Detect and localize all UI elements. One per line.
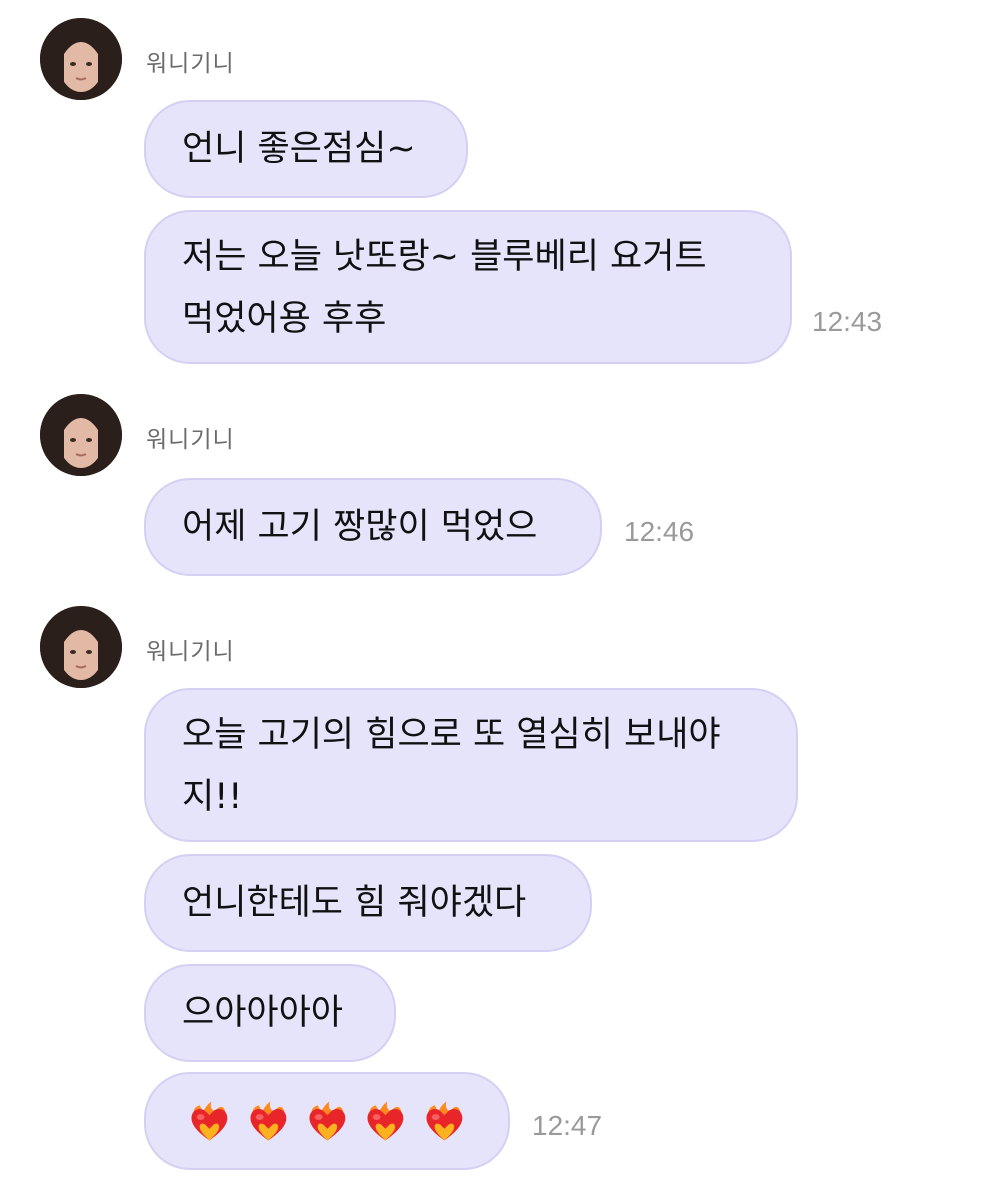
sender-name: 워니기니	[146, 639, 235, 665]
sender-name: 워니기니	[146, 51, 235, 77]
message-text: 언니한테도 힘 줘야겠다	[182, 883, 527, 923]
message-text-line: 지!!	[182, 777, 243, 817]
message-text-line: 오늘 고기의 힘으로 또 열심히 보내야	[182, 715, 721, 755]
emoji-row	[186, 1074, 468, 1168]
message-bubble[interactable]: 으아아아아	[144, 964, 396, 1062]
message-text: 으아아아아	[182, 993, 344, 1033]
heart-on-fire-icon	[309, 1101, 345, 1141]
sender-avatar[interactable]	[40, 18, 122, 100]
message-bubble[interactable]: 어제 고기 짱많이 먹었으	[144, 478, 602, 576]
heart-on-fire-icon	[250, 1101, 287, 1141]
heart-on-fire-icon	[191, 1101, 228, 1141]
message-timestamp: 12:47	[532, 1110, 603, 1141]
sender-avatar[interactable]	[40, 394, 122, 476]
heart-on-fire-icon	[426, 1101, 463, 1141]
message-text: 언니 좋은점심~	[182, 129, 416, 169]
message-bubble[interactable]: 언니 좋은점심~	[144, 100, 468, 198]
message-bubble[interactable]: 저는 오늘 낫또랑~ 블루베리 요거트 먹었어용 후후	[144, 210, 792, 364]
sender-name: 워니기니	[146, 427, 235, 453]
sender-avatar[interactable]	[40, 606, 122, 688]
heart-on-fire-icon	[367, 1101, 404, 1141]
message-timestamp: 12:46	[624, 516, 695, 547]
message-text-line: 저는 오늘 낫또랑~ 블루베리 요거트	[182, 237, 707, 277]
message-text: 어제 고기 짱많이 먹었으	[182, 507, 538, 547]
message-timestamp: 12:43	[812, 306, 883, 337]
message-bubble[interactable]: 오늘 고기의 힘으로 또 열심히 보내야 지!!	[144, 688, 798, 842]
message-bubble[interactable]	[144, 1072, 510, 1170]
message-bubble[interactable]: 언니한테도 힘 줘야겠다	[144, 854, 592, 952]
message-text-line: 먹었어용 후후	[182, 299, 387, 339]
